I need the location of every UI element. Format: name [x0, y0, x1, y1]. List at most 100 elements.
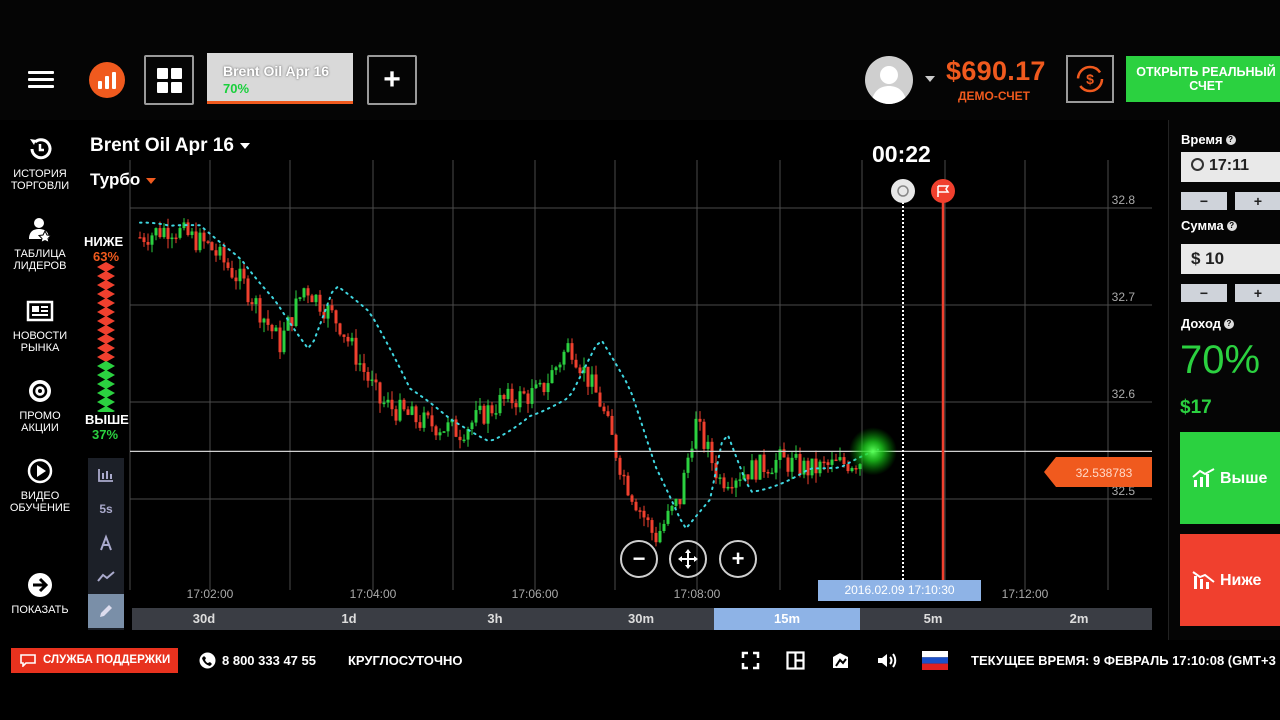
- candle: [418, 422, 422, 428]
- candle: [394, 409, 398, 421]
- support-button[interactable]: СЛУЖБА ПОДДЕРЖКИ: [11, 648, 178, 673]
- candle: [254, 298, 258, 305]
- candle: [458, 436, 462, 441]
- amount-input[interactable]: $ 10: [1181, 244, 1280, 274]
- amount-decrease-button[interactable]: −: [1181, 284, 1227, 302]
- mode-selector[interactable]: Турбо: [90, 170, 157, 190]
- price-chart[interactable]: 32.832.732.632.517:02:00 17:04:00 17:06:00…: [80, 120, 1168, 608]
- candle: [618, 457, 622, 475]
- account-type[interactable]: ДЕМО-СЧЕТ: [958, 89, 1030, 103]
- candle: [242, 268, 246, 279]
- candle: [330, 305, 334, 311]
- candle: [354, 337, 358, 365]
- zoom-in-button[interactable]: +: [719, 540, 757, 578]
- open-real-account-button[interactable]: ОТКРЫТЬ РЕАЛЬНЫЙ СЧЕТ: [1126, 56, 1280, 102]
- timeframe-2m[interactable]: 2m: [1006, 608, 1152, 630]
- pencil-icon[interactable]: [88, 594, 124, 628]
- candle: [206, 241, 210, 243]
- candle: [410, 406, 414, 415]
- lower-button-label: Ниже: [1220, 572, 1262, 589]
- help-icon: ?: [1223, 319, 1234, 329]
- candle: [562, 351, 566, 365]
- timeframe-bar: 30d 1d 3h 30m 15m 5m 2m: [132, 608, 1152, 630]
- all-assets-button[interactable]: [144, 55, 194, 105]
- candle: [530, 388, 534, 404]
- sidebar-item-history[interactable]: ИСТОРИЯ ТОРГОВЛИ: [0, 134, 80, 192]
- sidebar-item-news[interactable]: НОВОСТИ РЫНКА: [0, 296, 80, 354]
- candle: [790, 457, 794, 472]
- income-label: Доход?: [1181, 316, 1234, 331]
- sentiment-higher-label: ВЫШЕ: [85, 412, 129, 427]
- timeframe-tool[interactable]: 5s: [88, 492, 124, 526]
- candle: [490, 405, 494, 414]
- line-tool-icon[interactable]: [88, 560, 124, 594]
- candle: [554, 367, 558, 371]
- candle: [678, 498, 682, 505]
- add-tab-button[interactable]: +: [367, 55, 417, 105]
- time-decrease-button[interactable]: −: [1181, 192, 1227, 210]
- candle: [746, 474, 750, 480]
- candle: [306, 288, 310, 296]
- candle: [158, 228, 162, 238]
- support-phone[interactable]: 8 800 333 47 55: [222, 653, 316, 668]
- candle: [486, 405, 490, 424]
- sidebar-item-leaders[interactable]: ТАБЛИЦА ЛИДЕРОВ: [0, 214, 80, 272]
- candle: [826, 462, 830, 465]
- chevron-down-icon[interactable]: [925, 76, 935, 82]
- deposit-button[interactable]: $: [1066, 55, 1114, 103]
- candle: [846, 464, 850, 472]
- candle: [666, 510, 670, 524]
- candle: [610, 415, 614, 435]
- timeframe-1d[interactable]: 1d: [276, 608, 422, 630]
- candle: [814, 458, 818, 474]
- candle: [638, 510, 642, 512]
- candle: [338, 323, 342, 335]
- candle: [202, 232, 206, 242]
- timeframe-30m[interactable]: 30m: [568, 608, 714, 630]
- candle: [318, 294, 322, 312]
- candle: [138, 237, 142, 239]
- sidebar-item-show[interactable]: ПОКАЗАТЬ: [0, 570, 80, 616]
- candle: [382, 402, 386, 405]
- zoom-out-button[interactable]: −: [620, 540, 658, 578]
- time-increase-button[interactable]: +: [1235, 192, 1280, 210]
- sidebar-item-video[interactable]: ВИДЕО ОБУЧЕНИЕ: [0, 456, 80, 514]
- menu-icon[interactable]: [28, 67, 54, 92]
- chart-type-icon[interactable]: [88, 458, 124, 492]
- avatar[interactable]: [865, 56, 913, 104]
- candle: [474, 410, 478, 423]
- chart-asset-selector[interactable]: Brent Oil Apr 16: [90, 135, 250, 157]
- asset-tab[interactable]: Brent Oil Apr 16 70%: [207, 53, 353, 104]
- candle: [150, 235, 154, 245]
- chart-settings-icon[interactable]: [831, 651, 850, 670]
- clock-icon: [1191, 158, 1204, 171]
- timeframe-15m[interactable]: 15m: [714, 608, 860, 630]
- fullscreen-icon[interactable]: [741, 651, 760, 670]
- indicator-icon[interactable]: [88, 526, 124, 560]
- candle: [494, 413, 498, 415]
- deadline-marker-icon: [891, 179, 915, 203]
- timeframe-30d[interactable]: 30d: [132, 608, 276, 630]
- timeframe-5m[interactable]: 5m: [860, 608, 1006, 630]
- sentiment-segment: [97, 397, 115, 407]
- candle: [326, 305, 330, 319]
- layout-icon[interactable]: [786, 651, 805, 670]
- russian-flag-icon[interactable]: [922, 651, 948, 670]
- sidebar-item-promo[interactable]: ПРОМО АКЦИИ: [0, 376, 80, 434]
- sidebar-item-label: ВИДЕО ОБУЧЕНИЕ: [9, 490, 71, 514]
- time-field[interactable]: 17:11: [1181, 152, 1280, 182]
- candle: [542, 382, 546, 393]
- candle: [378, 382, 382, 404]
- candle: [750, 460, 754, 480]
- move-icon: [678, 549, 698, 569]
- amount-increase-button[interactable]: +: [1235, 284, 1280, 302]
- sound-icon[interactable]: [876, 651, 898, 670]
- candle: [598, 392, 602, 407]
- lower-button[interactable]: Ниже: [1180, 534, 1280, 626]
- timeframe-3h[interactable]: 3h: [422, 608, 568, 630]
- help-icon: ?: [1225, 135, 1236, 145]
- candle: [698, 418, 702, 422]
- candle: [718, 477, 722, 479]
- higher-button[interactable]: Выше: [1180, 432, 1280, 524]
- reset-zoom-button[interactable]: [669, 540, 707, 578]
